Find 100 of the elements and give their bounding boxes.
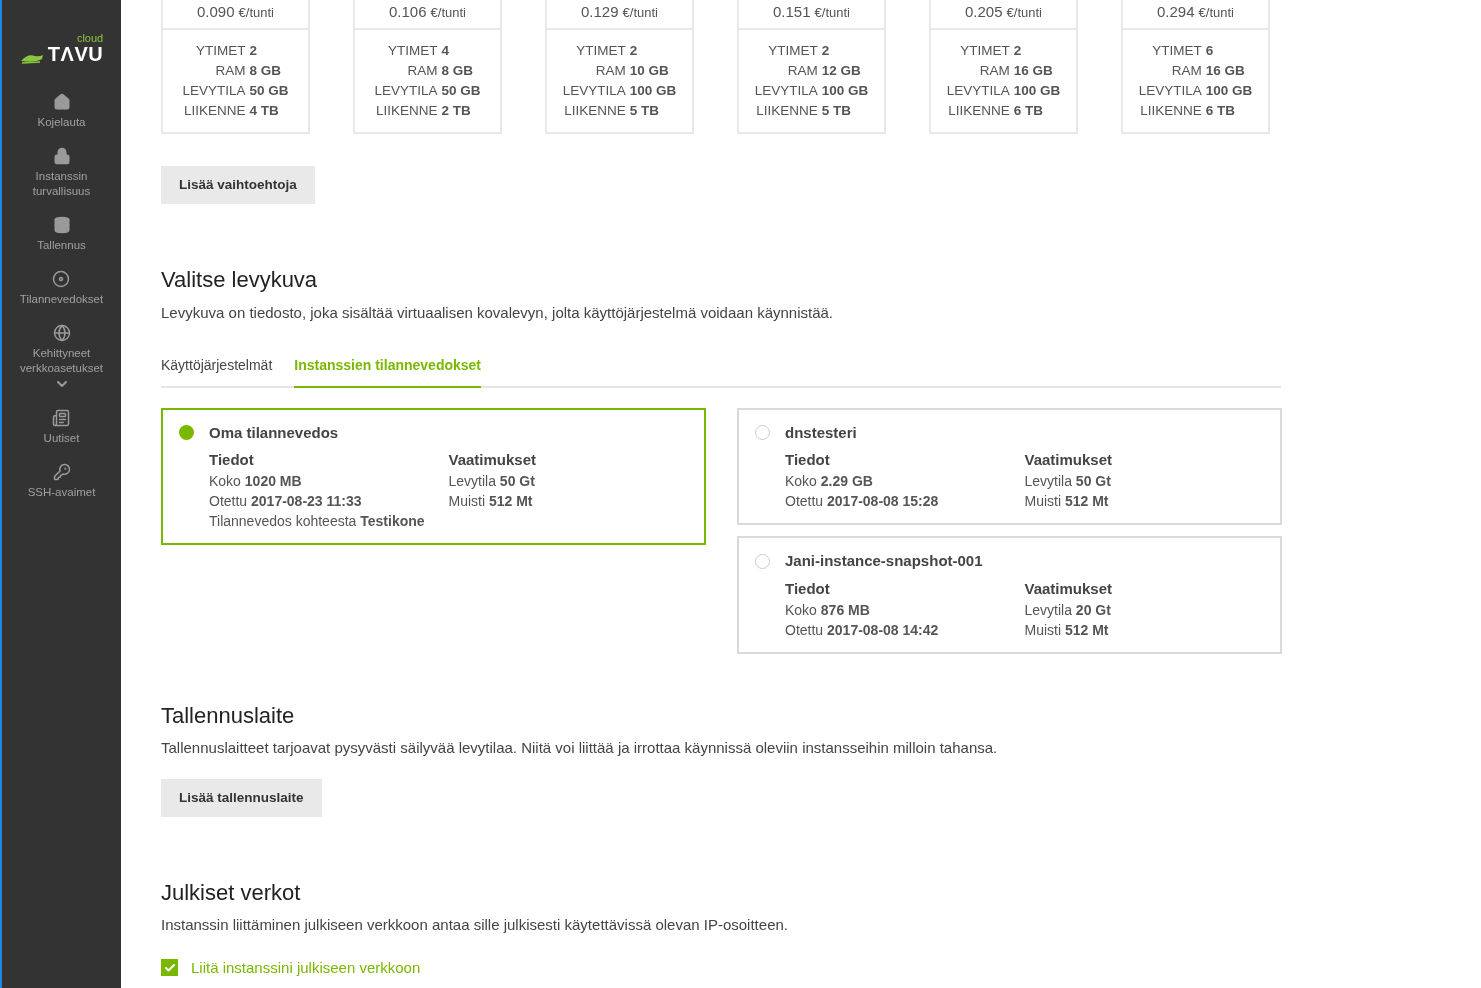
spec-label: LEVYTILA bbox=[946, 82, 1010, 100]
spec-value: 5 TB bbox=[821, 102, 852, 120]
snapshot-card[interactable]: dnstesteri Tiedot Koko 2.29 GB Otettu 2017-08-08 15:28 Vaatimukset Levytila 50 Gt Muisti 512 Mt bbox=[737, 407, 1282, 525]
spec-label: YTIMET bbox=[959, 42, 1010, 60]
spec-value: 100 GB bbox=[629, 82, 677, 100]
spec-value: 4 TB bbox=[249, 102, 280, 120]
plan-price-unit: €/tunti bbox=[814, 3, 850, 22]
requirement-line: Muisti 512 Mt bbox=[1024, 492, 1110, 511]
section-description: Instanssin liittäminen julkiseen verkkoon antaa sille julkisesti käytettävissä olevan IP-osoitteen. bbox=[161, 915, 789, 935]
requirements-heading: Vaatimukset bbox=[1024, 450, 1114, 470]
spec-label: YTIMET bbox=[575, 42, 626, 60]
spec-value: 100 GB bbox=[1013, 82, 1061, 100]
spec-label: LEVYTILA bbox=[562, 82, 626, 100]
spec-value: 6 TB bbox=[1205, 102, 1236, 120]
plan-price: 0.294 bbox=[1157, 2, 1195, 23]
spec-value: 2 bbox=[249, 42, 258, 60]
requirement-line: Muisti 512 Mt bbox=[1024, 620, 1110, 640]
plan-price-unit: €/tunti bbox=[1198, 3, 1234, 22]
sidebar-item[interactable]: Uutiset bbox=[39, 431, 84, 446]
plan-price: 0.205 bbox=[965, 2, 1003, 23]
spec-value: 12 GB bbox=[821, 62, 862, 80]
sidebar-item[interactable]: SSH-avaimet bbox=[23, 485, 100, 500]
add-storage-button[interactable]: Lisää tallennuslaite bbox=[161, 779, 322, 817]
snapshot-card[interactable]: Oma tilannevedos Tiedot Koko 1020 MB Otettu 2017-08-23 11:33 Tilannevedos kohteesta Testikone Vaatimukset Levytila 50 Gt Muisti 512 Mt bbox=[161, 407, 706, 545]
spec-value: 8 GB bbox=[441, 62, 474, 80]
radio-button[interactable] bbox=[179, 425, 194, 441]
section-heading: Tallennuslaite bbox=[161, 701, 296, 730]
radio-button[interactable] bbox=[755, 553, 770, 569]
requirements-heading: Vaatimukset bbox=[1024, 578, 1114, 599]
info-heading: Tiedot bbox=[209, 450, 255, 470]
more-options-button[interactable]: Lisää vaihtoehtoja bbox=[161, 166, 315, 204]
plan-price: 0.151 bbox=[773, 2, 811, 23]
logo-tagline: cloud bbox=[76, 33, 104, 44]
spec-label: LIIKENNE bbox=[563, 102, 626, 120]
plan-card[interactable]: 0.129 €/tunti YTIMET 2 RAM 10 GB LEVYTILA 100 GB LIIKENNE 5 TB bbox=[545, 0, 694, 134]
spec-value: 2 TB bbox=[441, 102, 472, 120]
spec-value: 5 TB bbox=[629, 102, 660, 120]
spec-label: LIIKENNE bbox=[374, 102, 438, 120]
sidebar-item[interactable]: Instanssin turvallisuus bbox=[2, 169, 121, 199]
snapshot-name: Oma tilannevedos bbox=[209, 422, 339, 443]
home-icon bbox=[52, 93, 71, 111]
spec-label: LEVYTILA bbox=[182, 82, 246, 100]
sidebar-item[interactable]: Kehittyneet verkkoasetukset bbox=[2, 346, 121, 376]
sidebar-item[interactable]: Tallennus bbox=[33, 238, 90, 253]
info-line: Otettu 2017-08-08 15:28 bbox=[785, 492, 940, 511]
spec-value: 4 bbox=[441, 42, 450, 60]
logo-icon bbox=[19, 52, 44, 64]
section-heading: Valitse levykuva bbox=[161, 266, 319, 294]
info-line: Otettu 2017-08-23 11:33 bbox=[209, 492, 363, 511]
plan-price-unit: €/tunti bbox=[238, 3, 274, 22]
spec-label: LEVYTILA bbox=[754, 82, 818, 100]
plan-price: 0.090 bbox=[197, 2, 235, 23]
spec-value: 50 GB bbox=[249, 82, 289, 100]
snapshot-card[interactable]: Jani-instance-snapshot-001 Tiedot Koko 876 MB Otettu 2017-08-08 14:42 Vaatimukset Levytila 20 Gt Muisti 512 Mt bbox=[737, 536, 1282, 654]
section-heading: Julkiset verkot bbox=[161, 879, 302, 907]
spec-label: RAM bbox=[594, 62, 626, 80]
spec-value: 16 GB bbox=[1013, 62, 1054, 80]
checkbox[interactable] bbox=[161, 959, 178, 976]
plan-price: 0.106 bbox=[389, 2, 427, 23]
key-icon bbox=[52, 463, 71, 481]
spec-label: RAM bbox=[786, 62, 818, 80]
spec-value: 2 bbox=[821, 42, 831, 60]
globe-icon bbox=[52, 324, 71, 342]
section-description: Tallennuslaitteet tarjoavat pysyvästi säilyvää levytilaa. Niitä voi liittää ja irrottaa käynnissä oleviin instansseihin milloin tahansa. bbox=[161, 737, 999, 758]
plan-price-unit: €/tunti bbox=[430, 3, 466, 22]
requirement-line: Muisti 512 Mt bbox=[448, 492, 534, 511]
requirements-heading: Vaatimukset bbox=[448, 450, 538, 470]
spec-label: LIIKENNE bbox=[1139, 102, 1202, 120]
spec-value: 100 GB bbox=[1205, 82, 1253, 100]
spec-value: 6 bbox=[1205, 42, 1215, 60]
sidebar-item[interactable]: Tilannevedokset bbox=[15, 292, 108, 307]
plan-price-unit: €/tunti bbox=[1006, 3, 1042, 22]
tab[interactable]: Käyttöjärjestelmät bbox=[161, 354, 273, 388]
spec-value: 10 GB bbox=[629, 62, 670, 80]
plan-card[interactable]: 0.205 €/tunti YTIMET 2 RAM 16 GB LEVYTILA 100 GB LIIKENNE 6 TB bbox=[929, 0, 1078, 134]
spec-label: RAM bbox=[1170, 62, 1202, 80]
plan-card[interactable]: 0.294 €/tunti YTIMET 6 RAM 16 GB LEVYTILA 100 GB LIIKENNE 6 TB bbox=[1121, 0, 1270, 134]
spec-label: LIIKENNE bbox=[947, 102, 1010, 120]
spec-label: LEVYTILA bbox=[374, 82, 438, 100]
sidebar-item[interactable]: Kojelauta bbox=[33, 115, 90, 130]
spec-value: 16 GB bbox=[1205, 62, 1246, 80]
plan-card[interactable]: 0.106 €/tunti YTIMET 4 RAM 8 GB LEVYTILA 50 GB LIIKENNE 2 TB bbox=[353, 0, 502, 134]
plan-card[interactable]: 0.090 €/tunti YTIMET 2 RAM 8 GB LEVYTILA 50 GB LIIKENNE 4 TB bbox=[161, 0, 310, 134]
info-line: Koko 876 MB bbox=[785, 600, 871, 620]
spec-value: 100 GB bbox=[821, 82, 869, 100]
spec-label: YTIMET bbox=[767, 42, 818, 60]
spec-label: YTIMET bbox=[1151, 42, 1202, 60]
logo-wordmark: TΛVU bbox=[47, 44, 104, 64]
lock-icon bbox=[52, 147, 71, 165]
spec-value: 8 GB bbox=[249, 62, 282, 80]
plan-card[interactable]: 0.151 €/tunti YTIMET 2 RAM 12 GB LEVYTILA 100 GB LIIKENNE 5 TB bbox=[737, 0, 886, 134]
spec-label: LIIKENNE bbox=[755, 102, 818, 120]
info-line: Koko 2.29 GB bbox=[785, 472, 874, 491]
spec-label: RAM bbox=[406, 62, 438, 80]
radio-button[interactable] bbox=[755, 425, 770, 441]
requirement-line: Levytila 20 Gt bbox=[1024, 600, 1112, 620]
info-line: Otettu 2017-08-08 14:42 bbox=[785, 620, 940, 640]
requirement-line: Levytila 50 Gt bbox=[448, 472, 536, 491]
info-line: Koko 1020 MB bbox=[209, 472, 303, 491]
snapshot-name: Jani-instance-snapshot-001 bbox=[785, 551, 983, 571]
